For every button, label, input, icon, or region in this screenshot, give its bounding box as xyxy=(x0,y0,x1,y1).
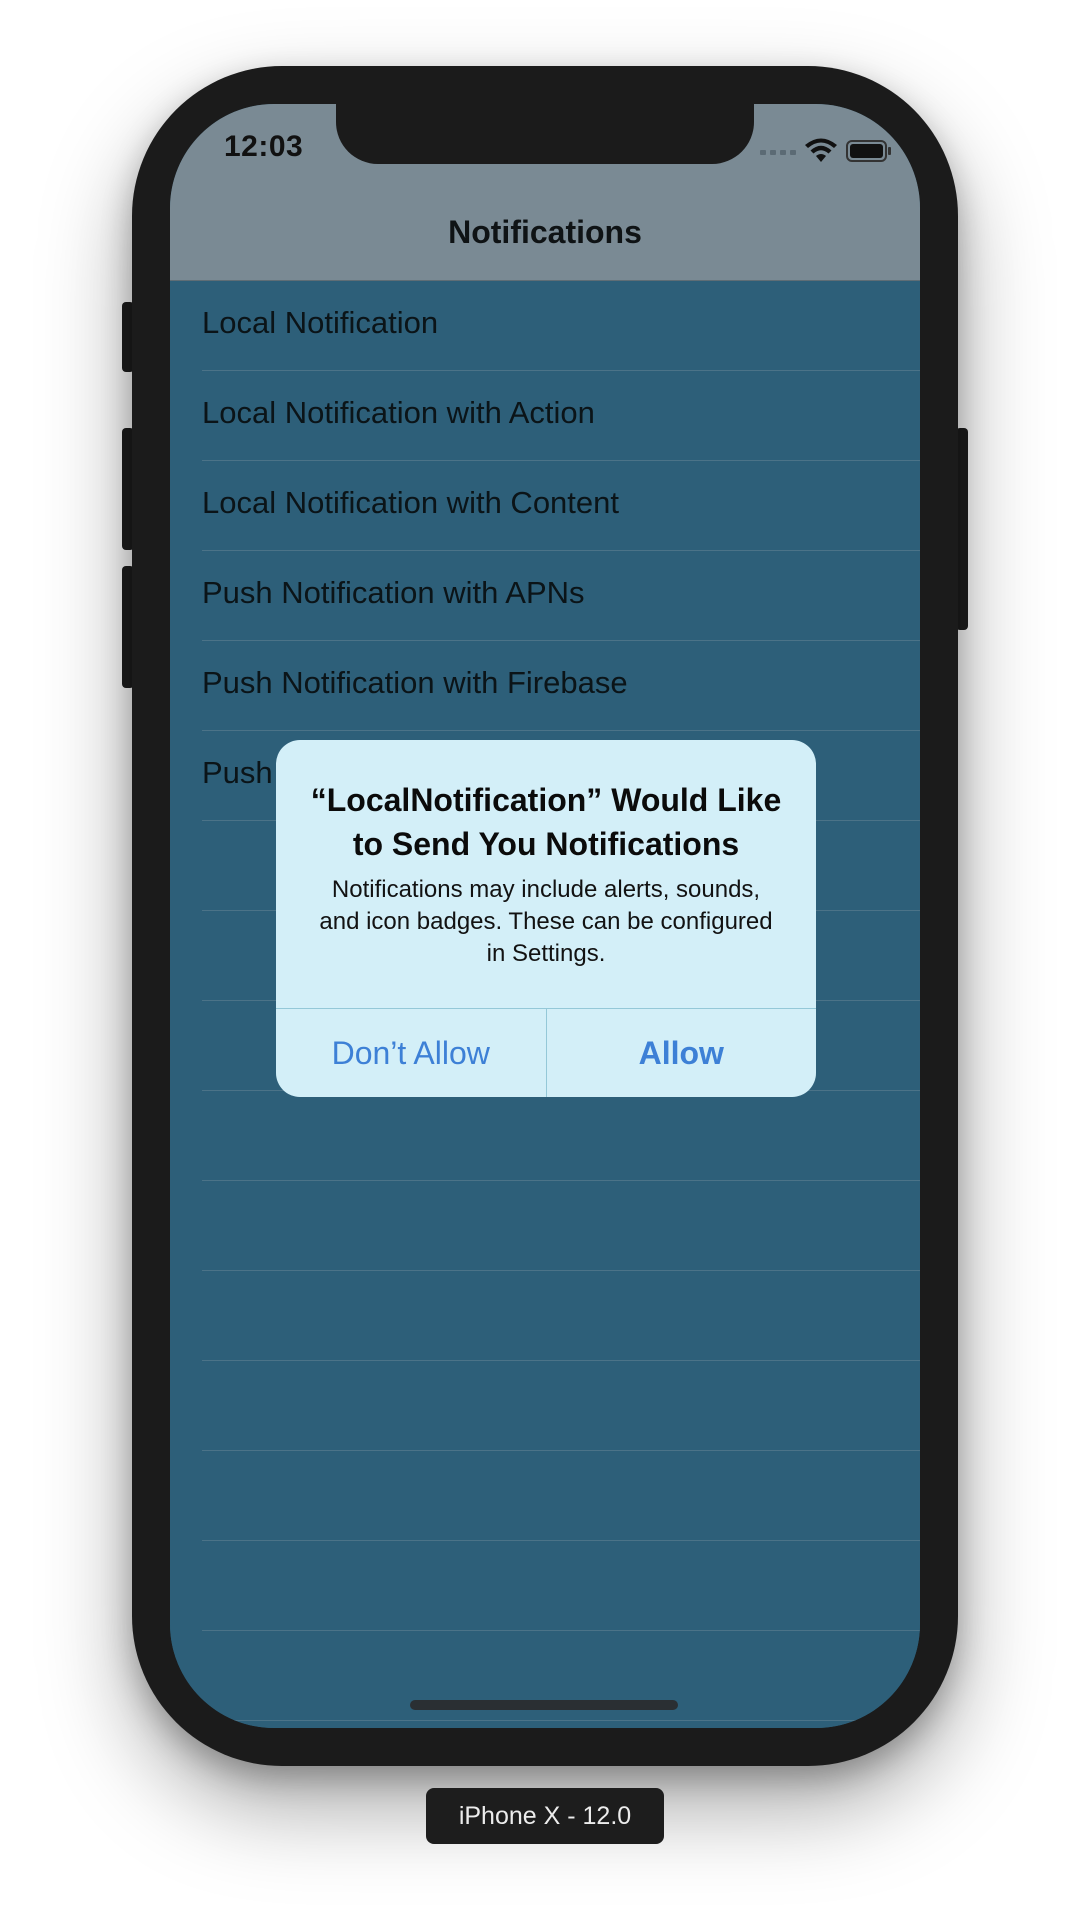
wifi-icon xyxy=(805,138,837,162)
table-row[interactable]: Local Notification with Action xyxy=(202,371,920,461)
permission-alert: “LocalNotification” Would Like to Send Y… xyxy=(276,740,816,1097)
iphone-frame: Notifications 12:03 Local Notification L… xyxy=(132,66,958,1766)
row-label: Push xyxy=(202,755,273,790)
table-row[interactable]: Local Notification with Content xyxy=(202,461,920,551)
row-label: Local Notification with Content xyxy=(202,485,620,520)
dont-allow-button[interactable]: Don’t Allow xyxy=(276,1009,547,1097)
alert-message: Notifications may include alerts, sounds… xyxy=(319,876,773,967)
battery-icon xyxy=(846,140,891,162)
alert-actions: Don’t Allow Allow xyxy=(276,1008,816,1097)
home-indicator[interactable] xyxy=(410,1700,678,1710)
table-row[interactable]: Local Notification xyxy=(202,281,920,371)
row-label: Local Notification xyxy=(202,305,439,340)
device-screen: Notifications 12:03 Local Notification L… xyxy=(170,104,920,1728)
table-row[interactable] xyxy=(202,1091,920,1181)
device-label: iPhone X - 12.0 xyxy=(426,1788,664,1844)
table-row[interactable] xyxy=(202,1361,920,1451)
table-row[interactable] xyxy=(202,1181,920,1271)
table-row[interactable] xyxy=(202,1541,920,1631)
nav-title: Notifications xyxy=(448,214,642,250)
table-row[interactable]: Push Notification with Firebase xyxy=(202,641,920,731)
status-time: 12:03 xyxy=(224,130,304,163)
row-label: Local Notification with Action xyxy=(202,395,595,430)
device-notch xyxy=(336,104,754,164)
row-label: Push Notification with Firebase xyxy=(202,665,628,700)
row-label: Push Notification with APNs xyxy=(202,575,585,610)
table-row[interactable]: Push Notification with APNs xyxy=(202,551,920,641)
cellular-signal-icon xyxy=(760,150,796,155)
table-row[interactable] xyxy=(202,1451,920,1541)
allow-button[interactable]: Allow xyxy=(547,1009,817,1097)
alert-title: “LocalNotification” Would Like to Send Y… xyxy=(310,782,782,862)
table-row[interactable] xyxy=(202,1271,920,1361)
